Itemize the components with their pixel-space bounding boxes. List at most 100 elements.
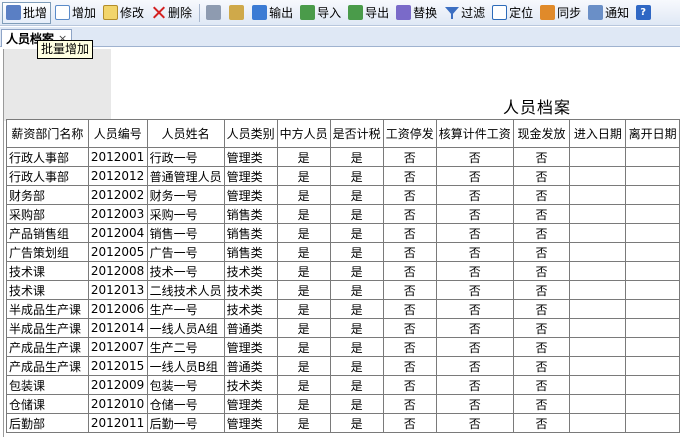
table-cell[interactable]: 是 — [276, 204, 331, 224]
table-cell[interactable]: 否 — [435, 299, 514, 319]
table-cell[interactable]: 2012011 — [87, 413, 148, 433]
table-cell[interactable]: 否 — [512, 223, 571, 243]
table-cell[interactable] — [569, 204, 627, 224]
table-cell[interactable] — [625, 147, 680, 167]
table-cell[interactable]: 技术课 — [6, 280, 89, 300]
column-header[interactable]: 进入日期 — [569, 119, 627, 148]
column-header[interactable]: 现金发放 — [512, 119, 571, 148]
table-cell[interactable]: 2012007 — [87, 337, 148, 357]
table-cell[interactable] — [625, 413, 680, 433]
table-cell[interactable]: 是 — [276, 147, 331, 167]
table-row[interactable]: 采购部 2012003 采购一号 销售类是是否否否 — [6, 204, 680, 224]
output-button[interactable]: 输出 — [249, 2, 296, 24]
table-cell[interactable]: 否 — [435, 261, 514, 281]
export-button[interactable]: 导出 — [345, 2, 392, 24]
table-cell[interactable]: 否 — [512, 185, 571, 205]
table-cell[interactable] — [625, 280, 680, 300]
table-cell[interactable]: 生产一号 — [146, 299, 225, 319]
table-row[interactable]: 半成品生产课 2012014 一线人员A组 普通类是是否否否 — [6, 318, 680, 338]
table-cell[interactable]: 否 — [512, 299, 571, 319]
table-row[interactable]: 后勤部 2012011 后勤一号 管理类是是否否否 — [6, 413, 680, 433]
table-cell[interactable]: 2012010 — [87, 394, 148, 414]
table-cell[interactable]: 是 — [276, 280, 331, 300]
table-cell[interactable] — [625, 166, 680, 186]
table-cell[interactable]: 否 — [435, 375, 514, 395]
table-cell[interactable]: 否 — [382, 356, 437, 376]
table-cell[interactable]: 否 — [512, 261, 571, 281]
table-cell[interactable]: 二线技术人员 — [146, 280, 225, 300]
table-cell[interactable]: 2012009 — [87, 375, 148, 395]
table-cell[interactable] — [625, 204, 680, 224]
table-cell[interactable] — [625, 394, 680, 414]
table-cell[interactable]: 否 — [512, 356, 571, 376]
table-cell[interactable]: 否 — [512, 337, 571, 357]
table-cell[interactable]: 普通类 — [223, 318, 278, 338]
table-cell[interactable] — [625, 318, 680, 338]
table-cell[interactable]: 否 — [512, 204, 571, 224]
table-cell[interactable]: 否 — [435, 166, 514, 186]
table-cell[interactable] — [569, 337, 627, 357]
table-cell[interactable]: 否 — [512, 166, 571, 186]
table-cell[interactable] — [625, 299, 680, 319]
table-cell[interactable]: 否 — [382, 318, 437, 338]
table-cell[interactable]: 采购一号 — [146, 204, 225, 224]
table-cell[interactable] — [569, 242, 627, 262]
delete-button[interactable]: 删除 — [148, 2, 195, 24]
column-header[interactable]: 薪资部门名称 — [6, 119, 89, 148]
table-cell[interactable]: 否 — [435, 223, 514, 243]
table-cell[interactable] — [625, 242, 680, 262]
locate-button[interactable]: 定位 — [489, 2, 536, 24]
table-cell[interactable]: 否 — [512, 413, 571, 433]
table-cell[interactable] — [569, 261, 627, 281]
replace-button[interactable]: 替换 — [393, 2, 440, 24]
table-cell[interactable]: 否 — [435, 280, 514, 300]
table-cell[interactable]: 技术类 — [223, 299, 278, 319]
edit-button[interactable]: 修改 — [100, 2, 147, 24]
table-cell[interactable]: 是 — [276, 394, 331, 414]
table-cell[interactable] — [625, 356, 680, 376]
table-cell[interactable]: 财务一号 — [146, 185, 225, 205]
filter-button[interactable]: 过滤 — [441, 2, 488, 24]
table-cell[interactable] — [625, 185, 680, 205]
table-cell[interactable]: 是 — [329, 147, 384, 167]
table-cell[interactable] — [569, 185, 627, 205]
table-cell[interactable]: 产成品生产课 — [6, 356, 89, 376]
table-cell[interactable]: 否 — [382, 147, 437, 167]
table-row[interactable]: 广告策划组 2012005 广告一号 销售类是是否否否 — [6, 242, 680, 262]
table-cell[interactable]: 否 — [435, 242, 514, 262]
table-cell[interactable]: 2012001 — [87, 147, 148, 167]
print-button[interactable] — [203, 2, 225, 24]
table-cell[interactable]: 2012008 — [87, 261, 148, 281]
column-header[interactable]: 是否计税 — [329, 119, 384, 148]
table-cell[interactable]: 否 — [382, 223, 437, 243]
table-cell[interactable]: 是 — [276, 356, 331, 376]
table-cell[interactable]: 是 — [329, 356, 384, 376]
table-cell[interactable]: 是 — [276, 242, 331, 262]
table-cell[interactable]: 包装一号 — [146, 375, 225, 395]
table-cell[interactable]: 是 — [329, 204, 384, 224]
table-cell[interactable]: 行政人事部 — [6, 166, 89, 186]
table-cell[interactable] — [625, 337, 680, 357]
table-cell[interactable]: 包装课 — [6, 375, 89, 395]
column-header[interactable]: 人员类别 — [223, 119, 278, 148]
table-cell[interactable]: 是 — [329, 223, 384, 243]
table-cell[interactable]: 销售一号 — [146, 223, 225, 243]
table-cell[interactable]: 管理类 — [223, 166, 278, 186]
table-cell[interactable]: 产品销售组 — [6, 223, 89, 243]
table-cell[interactable]: 管理类 — [223, 394, 278, 414]
table-cell[interactable]: 否 — [435, 147, 514, 167]
table-cell[interactable] — [569, 147, 627, 167]
table-cell[interactable]: 生产二号 — [146, 337, 225, 357]
table-cell[interactable]: 否 — [382, 413, 437, 433]
table-cell[interactable]: 2012003 — [87, 204, 148, 224]
table-cell[interactable]: 否 — [435, 394, 514, 414]
table-cell[interactable]: 管理类 — [223, 147, 278, 167]
table-cell[interactable] — [569, 413, 627, 433]
table-row[interactable]: 仓储课 2012010 仓储一号 管理类是是否否否 — [6, 394, 680, 414]
column-header[interactable]: 离开日期 — [625, 119, 680, 148]
table-cell[interactable]: 行政一号 — [146, 147, 225, 167]
table-cell[interactable] — [569, 223, 627, 243]
table-cell[interactable]: 产成品生产课 — [6, 337, 89, 357]
table-cell[interactable]: 一线人员B组 — [146, 356, 225, 376]
table-row[interactable]: 技术课 2012008 技术一号 技术类是是否否否 — [6, 261, 680, 281]
